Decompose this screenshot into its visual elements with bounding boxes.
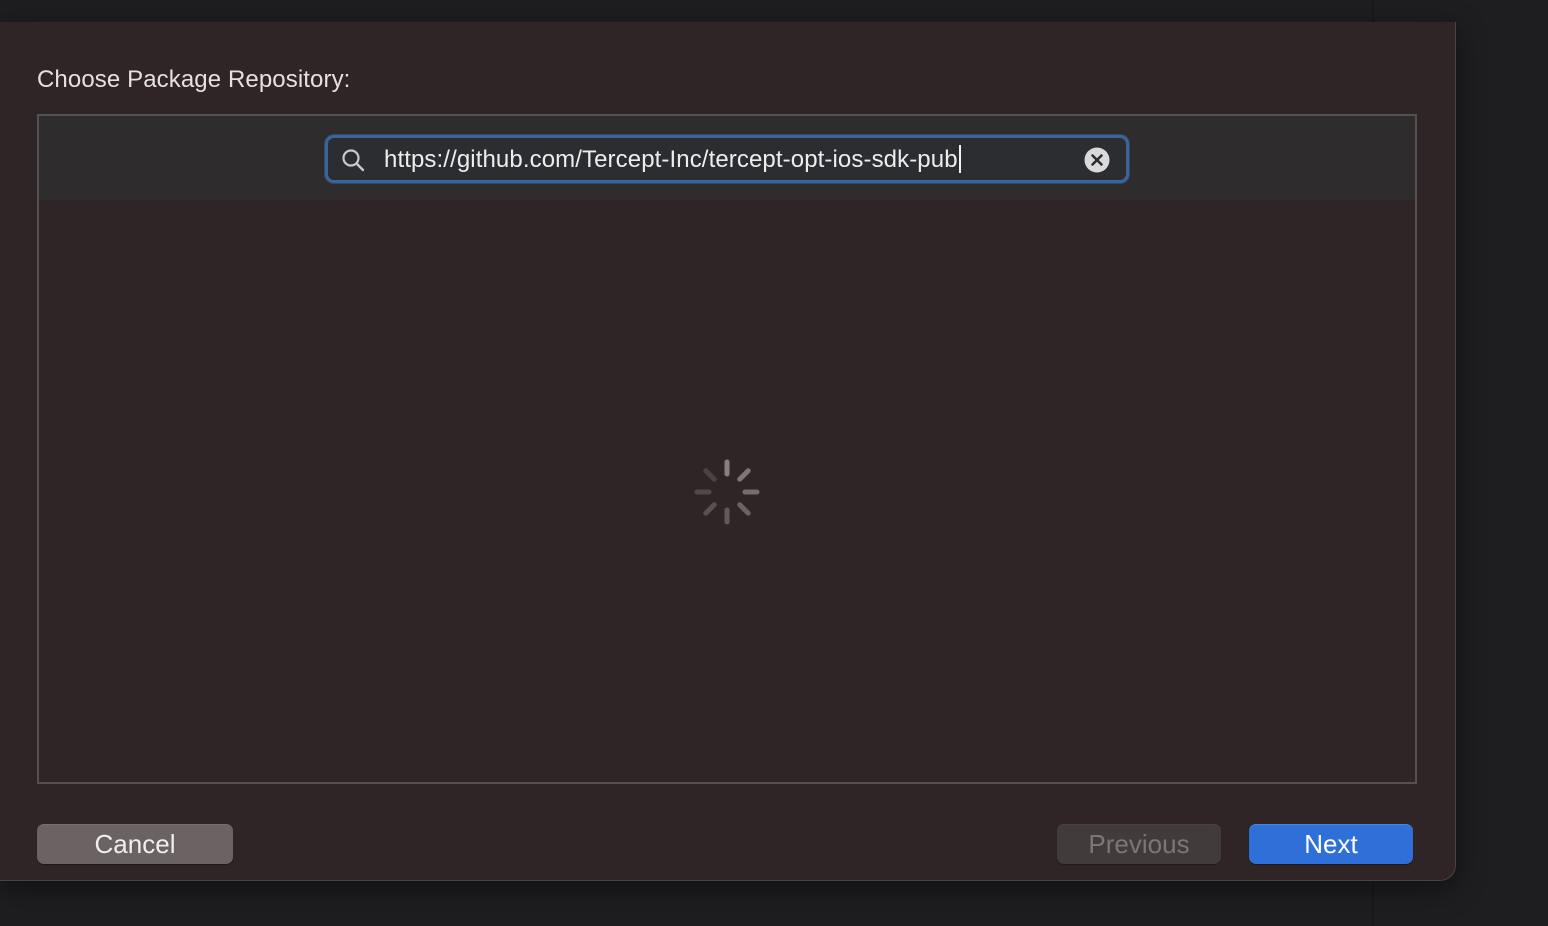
cancel-button[interactable]: Cancel bbox=[37, 824, 233, 864]
package-repository-sheet: Choose Package Repository: https://githu… bbox=[0, 22, 1456, 881]
search-bar-area: https://github.com/Tercept-Inc/tercept-o… bbox=[39, 116, 1415, 200]
spinner-spoke bbox=[703, 502, 717, 516]
spinner-spoke bbox=[703, 468, 717, 482]
dialog-title: Choose Package Repository: bbox=[37, 66, 351, 93]
spinner-icon bbox=[694, 459, 760, 525]
spinner-spoke bbox=[737, 468, 751, 482]
clear-circle-icon[interactable] bbox=[1084, 147, 1110, 173]
spinner-spoke bbox=[737, 502, 751, 516]
search-input[interactable]: https://github.com/Tercept-Inc/tercept-o… bbox=[384, 145, 961, 174]
text-caret bbox=[958, 145, 961, 173]
repository-search-field[interactable]: https://github.com/Tercept-Inc/tercept-o… bbox=[325, 135, 1129, 183]
repository-panel: https://github.com/Tercept-Inc/tercept-o… bbox=[37, 114, 1417, 784]
previous-button[interactable]: Previous bbox=[1057, 824, 1221, 864]
search-input-text: https://github.com/Tercept-Inc/tercept-o… bbox=[384, 146, 958, 173]
search-icon bbox=[342, 149, 365, 172]
next-button[interactable]: Next bbox=[1249, 824, 1413, 864]
